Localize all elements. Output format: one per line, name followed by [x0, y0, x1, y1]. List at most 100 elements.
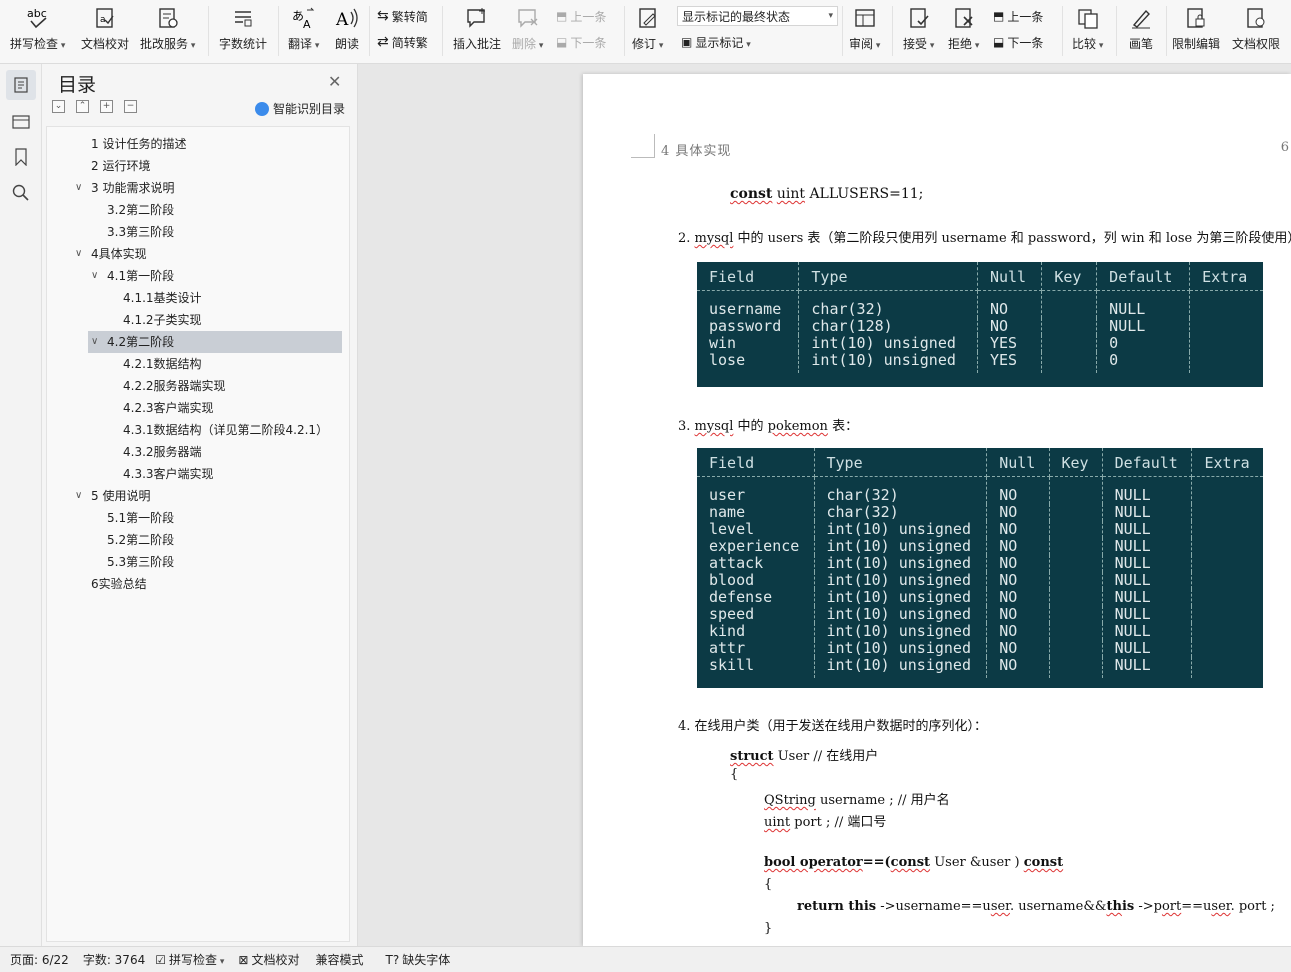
table-row: speed int(10) unsigned NO NULL: [697, 606, 1263, 623]
table-cell: NULL: [1096, 290, 1191, 318]
toc-item[interactable]: 4.3.2服务器端: [47, 441, 349, 463]
delete-comment-icon: [514, 4, 542, 32]
simp-to-trad-button[interactable]: ⇄ 简转繁: [377, 32, 428, 52]
toc-item[interactable]: 3.3第三阶段: [47, 221, 349, 243]
bookmark-icon[interactable]: [6, 142, 36, 172]
smart-toc-button[interactable]: 智能识别目录: [255, 100, 345, 117]
toc-item-selected[interactable]: ∨ 4.2第二阶段: [88, 331, 342, 353]
accept-button[interactable]: 接受: [903, 4, 934, 58]
reject-button[interactable]: 拒绝: [948, 4, 979, 58]
toc-item[interactable]: ∨ 4具体实现: [47, 243, 349, 265]
expand-icon[interactable]: ⌃: [76, 100, 89, 113]
toc-item[interactable]: 4.1.1基类设计: [47, 287, 349, 309]
table-cell: [1192, 623, 1263, 640]
table-cell: YES: [977, 335, 1043, 352]
collapse-icon[interactable]: ⌄: [52, 100, 65, 113]
status-spell-check[interactable]: ☑ 拼写检查: [155, 951, 224, 968]
table-row: username char(32) NO NULL: [697, 290, 1263, 318]
markup-mode-select[interactable]: 显示标记的最终状态 ▾: [677, 6, 838, 26]
close-icon[interactable]: ✕: [328, 72, 341, 91]
toc-item[interactable]: 4.3.3客户端实现: [47, 463, 349, 485]
table-cell: int(10) unsigned: [814, 657, 988, 678]
pokemon-table: Field Type Null Key Default Extra user char(32…: [697, 448, 1263, 678]
missing-font[interactable]: T? 缺失字体: [385, 951, 450, 968]
status-doc-proof[interactable]: ⊠ 文档校对: [238, 951, 299, 968]
toc-item[interactable]: 5.2第二阶段: [47, 529, 349, 551]
toc-item[interactable]: 4.2.1数据结构: [47, 353, 349, 375]
table-cell: experience: [697, 538, 815, 555]
toc-item[interactable]: 2 运行环境: [47, 155, 349, 177]
minus-icon[interactable]: −: [124, 100, 137, 113]
toc-item[interactable]: 5.1第一阶段: [47, 507, 349, 529]
trad-to-simp-button[interactable]: ⇆ 繁转简: [377, 6, 428, 26]
toc-panel-icon[interactable]: [6, 70, 36, 100]
toc-item[interactable]: ∨ 4.1第一阶段: [47, 265, 349, 287]
toc-item[interactable]: 4.2.3客户端实现: [47, 397, 349, 419]
plus-icon[interactable]: +: [100, 100, 113, 113]
list-item: 2. mysql 中的 users 表（第二阶段只使用列 username 和 …: [678, 231, 1291, 246]
delete-comment-button[interactable]: 删除: [512, 4, 543, 58]
show-markup-button[interactable]: ▣ 显示标记: [681, 32, 751, 52]
chevron-down-icon[interactable]: ∨: [75, 243, 82, 265]
restrict-edit-icon: [1182, 4, 1210, 32]
trad-to-simp-icon: ⇆: [377, 8, 389, 24]
users-table: Field Type Null Key Default Extra username cha…: [697, 262, 1263, 373]
toc-item[interactable]: 4.2.2服务器端实现: [47, 375, 349, 397]
table-cell: int(10) unsigned: [798, 335, 978, 352]
read-aloud-button[interactable]: A 朗读: [333, 4, 361, 58]
next-change-button[interactable]: ⬓ 下一条: [993, 32, 1043, 52]
table-cell: NULL: [1102, 504, 1193, 521]
ribbon-separator: [842, 6, 843, 56]
table-header-cell: Default: [1102, 448, 1193, 477]
read-aloud-icon: A: [333, 4, 361, 32]
toc-item[interactable]: ∨ 3 功能需求说明: [47, 177, 349, 199]
table-row: skill int(10) unsigned NO NULL: [697, 657, 1263, 678]
toc-item[interactable]: 6实验总结: [47, 573, 349, 595]
prev-change-button[interactable]: ⬒ 上一条: [993, 6, 1043, 26]
prev-comment-button[interactable]: ⬒ 上一条: [556, 6, 606, 26]
revise-button[interactable]: 修订: [632, 4, 663, 58]
table-cell: [1049, 657, 1103, 678]
toc-item[interactable]: 1 设计任务的描述: [47, 133, 349, 155]
review-button[interactable]: 审阅: [849, 4, 880, 58]
toc-item[interactable]: 4.1.2子类实现: [47, 309, 349, 331]
chevron-down-icon[interactable]: ∨: [75, 177, 82, 199]
word-count-button[interactable]: 字数统计: [219, 4, 267, 58]
table-cell: blood: [697, 572, 815, 589]
code-line: }: [764, 921, 773, 936]
next-comment-button[interactable]: ⬓ 下一条: [556, 32, 606, 52]
translate-button[interactable]: あA 翻译: [288, 4, 319, 58]
toc-item[interactable]: 3.2第二阶段: [47, 199, 349, 221]
toc-item[interactable]: 4.3.1数据结构（详见第二阶段4.2.1）: [47, 419, 349, 441]
compat-mode[interactable]: 兼容模式: [315, 951, 363, 968]
insert-comment-button[interactable]: 插入批注: [453, 4, 501, 58]
chevron-down-icon[interactable]: ∨: [91, 331, 98, 353]
table-cell: [1189, 290, 1263, 318]
word-count-indicator[interactable]: 字数: 3764: [83, 951, 145, 968]
search-icon[interactable]: [6, 178, 36, 208]
table-cell: [1190, 318, 1263, 335]
review-icon: [851, 4, 879, 32]
spell-check-button[interactable]: abc 拼写检查: [10, 4, 65, 58]
toc-item[interactable]: 5.3第三阶段: [47, 551, 349, 573]
table-header-cell: Type: [798, 262, 978, 291]
navigation-icon[interactable]: [6, 106, 36, 136]
batch-service-button[interactable]: 批改服务: [140, 4, 195, 58]
toc-item[interactable]: ∨ 5 使用说明: [47, 485, 349, 507]
document-page[interactable]: 4 具体实现 6 const uint ALLUSERS=11; 2. mysq…: [583, 74, 1291, 946]
doc-proof-button[interactable]: a 文档校对: [81, 4, 129, 58]
page-indicator[interactable]: 页面: 6/22: [10, 951, 69, 968]
doc-rights-button[interactable]: 文档权限: [1232, 4, 1280, 58]
pen-button[interactable]: 画笔: [1127, 4, 1155, 58]
chevron-down-icon[interactable]: ∨: [75, 485, 82, 507]
table-cell: NO: [986, 623, 1050, 640]
restrict-edit-button[interactable]: 限制编辑: [1172, 4, 1220, 58]
table-row: defense int(10) unsigned NO NULL: [697, 589, 1263, 606]
compare-button[interactable]: 比较: [1072, 4, 1103, 58]
table-cell: NO: [986, 572, 1050, 589]
translate-icon: あA: [290, 4, 318, 32]
toc-panel: 目录 ✕ ⌄ ⌃ + − 智能识别目录 1 设计任务的描述 2 运行环境 ∨ 3 …: [42, 64, 358, 946]
table-cell: [1192, 640, 1263, 657]
chevron-down-icon[interactable]: ∨: [91, 265, 98, 287]
table-body: username char(32) NO NULL password char(128) N…: [697, 290, 1263, 373]
